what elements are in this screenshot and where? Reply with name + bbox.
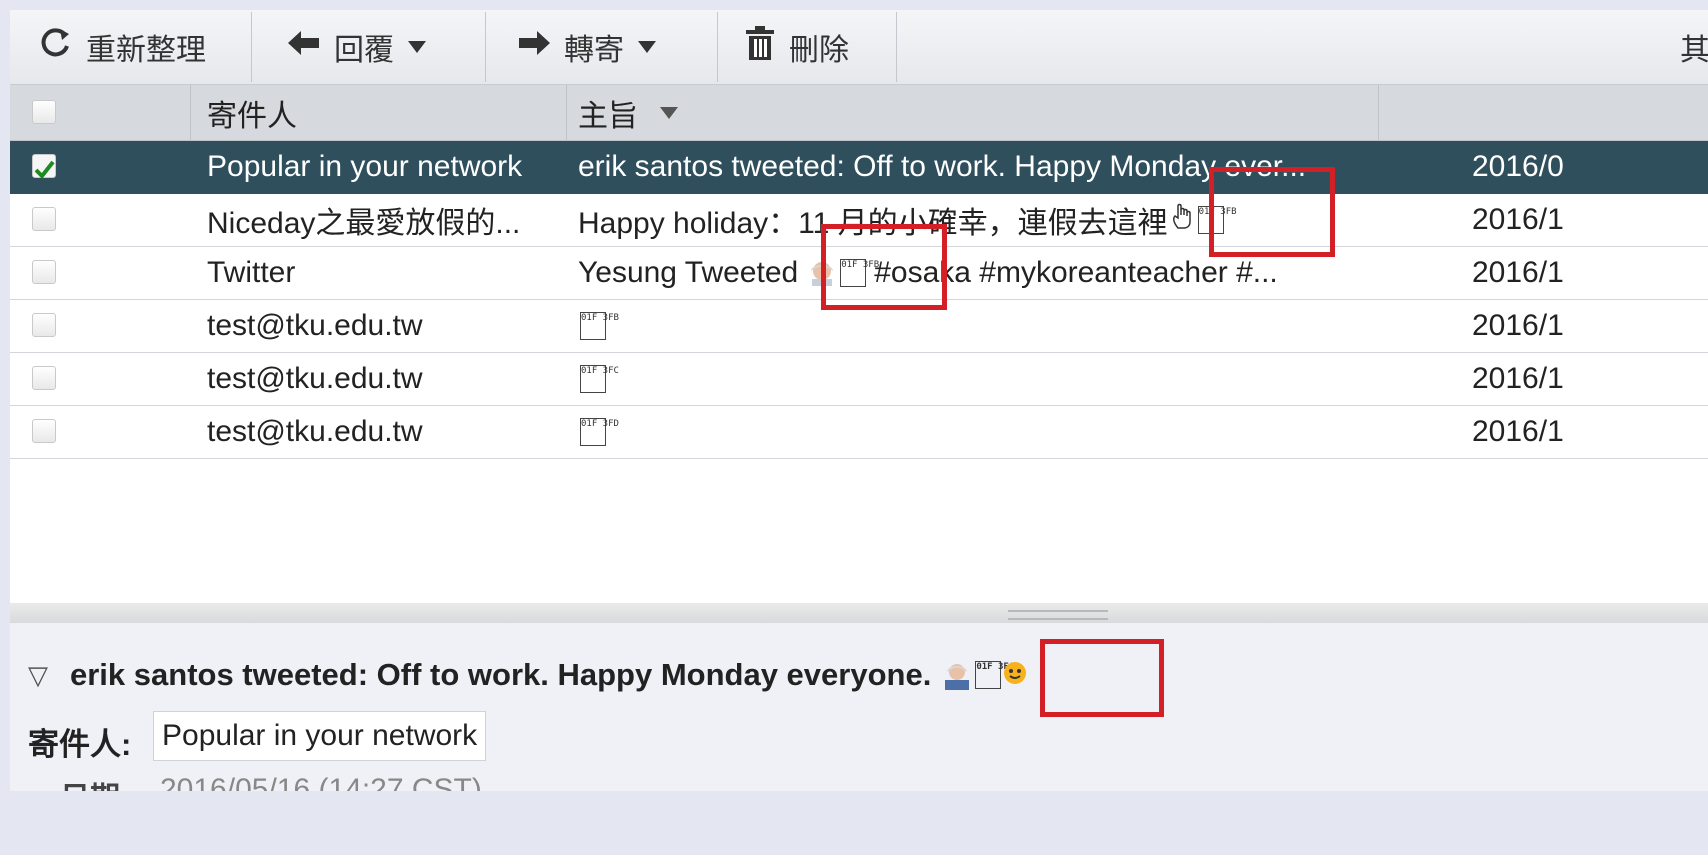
toolbar-divider bbox=[251, 12, 252, 82]
hand-icon bbox=[1170, 202, 1196, 238]
highlight-box bbox=[1040, 639, 1164, 717]
row-sender: test@tku.edu.tw bbox=[207, 309, 423, 342]
column-divider bbox=[190, 85, 191, 140]
subject-column-label: 主旨 bbox=[578, 99, 638, 133]
row-date: 2016/1 bbox=[1472, 256, 1564, 289]
row-date: 2016/1 bbox=[1472, 309, 1564, 342]
pane-splitter[interactable] bbox=[10, 603, 1708, 623]
column-divider bbox=[1378, 85, 1379, 140]
row-checkbox[interactable] bbox=[32, 366, 56, 390]
from-value[interactable]: Popular in your network bbox=[153, 711, 487, 761]
refresh-label: 重新整理 bbox=[86, 34, 206, 67]
refresh-icon bbox=[38, 26, 72, 68]
forward-button[interactable]: 轉寄 bbox=[518, 10, 656, 84]
row-checkbox[interactable] bbox=[32, 207, 56, 231]
preview-pane: ▽ erik santos tweeted: Off to work. Happ… bbox=[10, 623, 1708, 855]
sort-down-icon[interactable] bbox=[660, 106, 678, 119]
row-date: 2016/1 bbox=[1472, 415, 1564, 448]
checkmark-icon bbox=[34, 160, 55, 180]
table-row[interactable]: Popular in your network erik santos twee… bbox=[10, 141, 1708, 194]
unknown-glyph: 01F 3FC bbox=[580, 365, 619, 393]
collapse-triangle-icon[interactable]: ▽ bbox=[28, 660, 48, 691]
highlight-box bbox=[821, 224, 947, 310]
mail-client: 重新整理 回覆 轉寄 刪除 其 寄件人 主旨 Popular in your n… bbox=[10, 10, 1708, 855]
preview-header: ▽ erik santos tweeted: Off to work. Happ… bbox=[28, 657, 1027, 693]
trash-icon bbox=[745, 25, 775, 69]
row-sender: Twitter bbox=[207, 256, 296, 289]
reply-label: 回覆 bbox=[334, 34, 394, 67]
unknown-glyph: 01F 3FD bbox=[580, 418, 619, 446]
row-date: 2016/0 bbox=[1472, 150, 1564, 183]
more-button[interactable]: 其 bbox=[1680, 10, 1708, 84]
more-label: 其 bbox=[1680, 34, 1708, 67]
table-row[interactable]: test@tku.edu.tw 01F 3FD 2016/1 bbox=[10, 406, 1708, 459]
unknown-glyph: 01F 3FB bbox=[580, 312, 619, 340]
toolbar-divider bbox=[896, 12, 897, 82]
row-subject: 01F 3FB bbox=[578, 300, 1378, 352]
toolbar-divider bbox=[717, 12, 718, 82]
cropped-edge bbox=[10, 791, 1708, 855]
sender-column-header[interactable]: 寄件人 bbox=[207, 85, 297, 140]
refresh-button[interactable]: 重新整理 bbox=[38, 10, 206, 84]
delete-label: 刪除 bbox=[789, 34, 849, 67]
column-divider bbox=[566, 85, 567, 140]
row-sender: Popular in your network bbox=[207, 150, 523, 183]
from-label: 寄件人: bbox=[28, 727, 132, 762]
row-date: 2016/1 bbox=[1472, 203, 1564, 236]
row-sender: test@tku.edu.tw bbox=[207, 362, 423, 395]
row-sender: test@tku.edu.tw bbox=[207, 415, 423, 448]
table-row[interactable]: test@tku.edu.tw 01F 3FC 2016/1 bbox=[10, 353, 1708, 406]
row-subject-text: Yesung Tweeted bbox=[578, 256, 799, 289]
row-subject: 01F 3FD bbox=[578, 406, 1378, 458]
toolbar-divider bbox=[485, 12, 486, 82]
row-sender: Niceday之最愛放假的... bbox=[207, 207, 521, 240]
delete-button[interactable]: 刪除 bbox=[745, 10, 849, 84]
forward-label: 轉寄 bbox=[564, 34, 624, 67]
sender-column-label: 寄件人 bbox=[207, 99, 297, 133]
row-subject: 01F 3FC bbox=[578, 353, 1378, 405]
row-checkbox[interactable] bbox=[32, 260, 56, 284]
smiley-emoji-icon bbox=[1003, 657, 1027, 693]
splitter-grip[interactable] bbox=[1008, 610, 1108, 620]
row-date: 2016/1 bbox=[1472, 362, 1564, 395]
preview-subject: erik santos tweeted: Off to work. Happy … bbox=[70, 657, 932, 692]
unknown-glyph: 01F 3FC bbox=[975, 661, 1014, 689]
toolbar: 重新整理 回覆 轉寄 刪除 其 bbox=[10, 10, 1708, 85]
row-checkbox[interactable] bbox=[32, 419, 56, 443]
chevron-down-icon[interactable] bbox=[408, 41, 426, 53]
subject-column-header[interactable]: 主旨 bbox=[578, 85, 678, 140]
chevron-down-icon[interactable] bbox=[638, 41, 656, 53]
highlight-box bbox=[1209, 167, 1335, 257]
arrow-left-icon bbox=[288, 30, 320, 64]
row-checkbox[interactable] bbox=[32, 154, 56, 180]
message-list-header: 寄件人 主旨 bbox=[10, 85, 1708, 141]
arrow-right-icon bbox=[518, 30, 550, 64]
row-checkbox[interactable] bbox=[32, 313, 56, 337]
select-all-checkbox[interactable] bbox=[32, 100, 56, 124]
old-man-emoji-icon bbox=[941, 662, 973, 690]
reply-button[interactable]: 回覆 bbox=[288, 10, 426, 84]
